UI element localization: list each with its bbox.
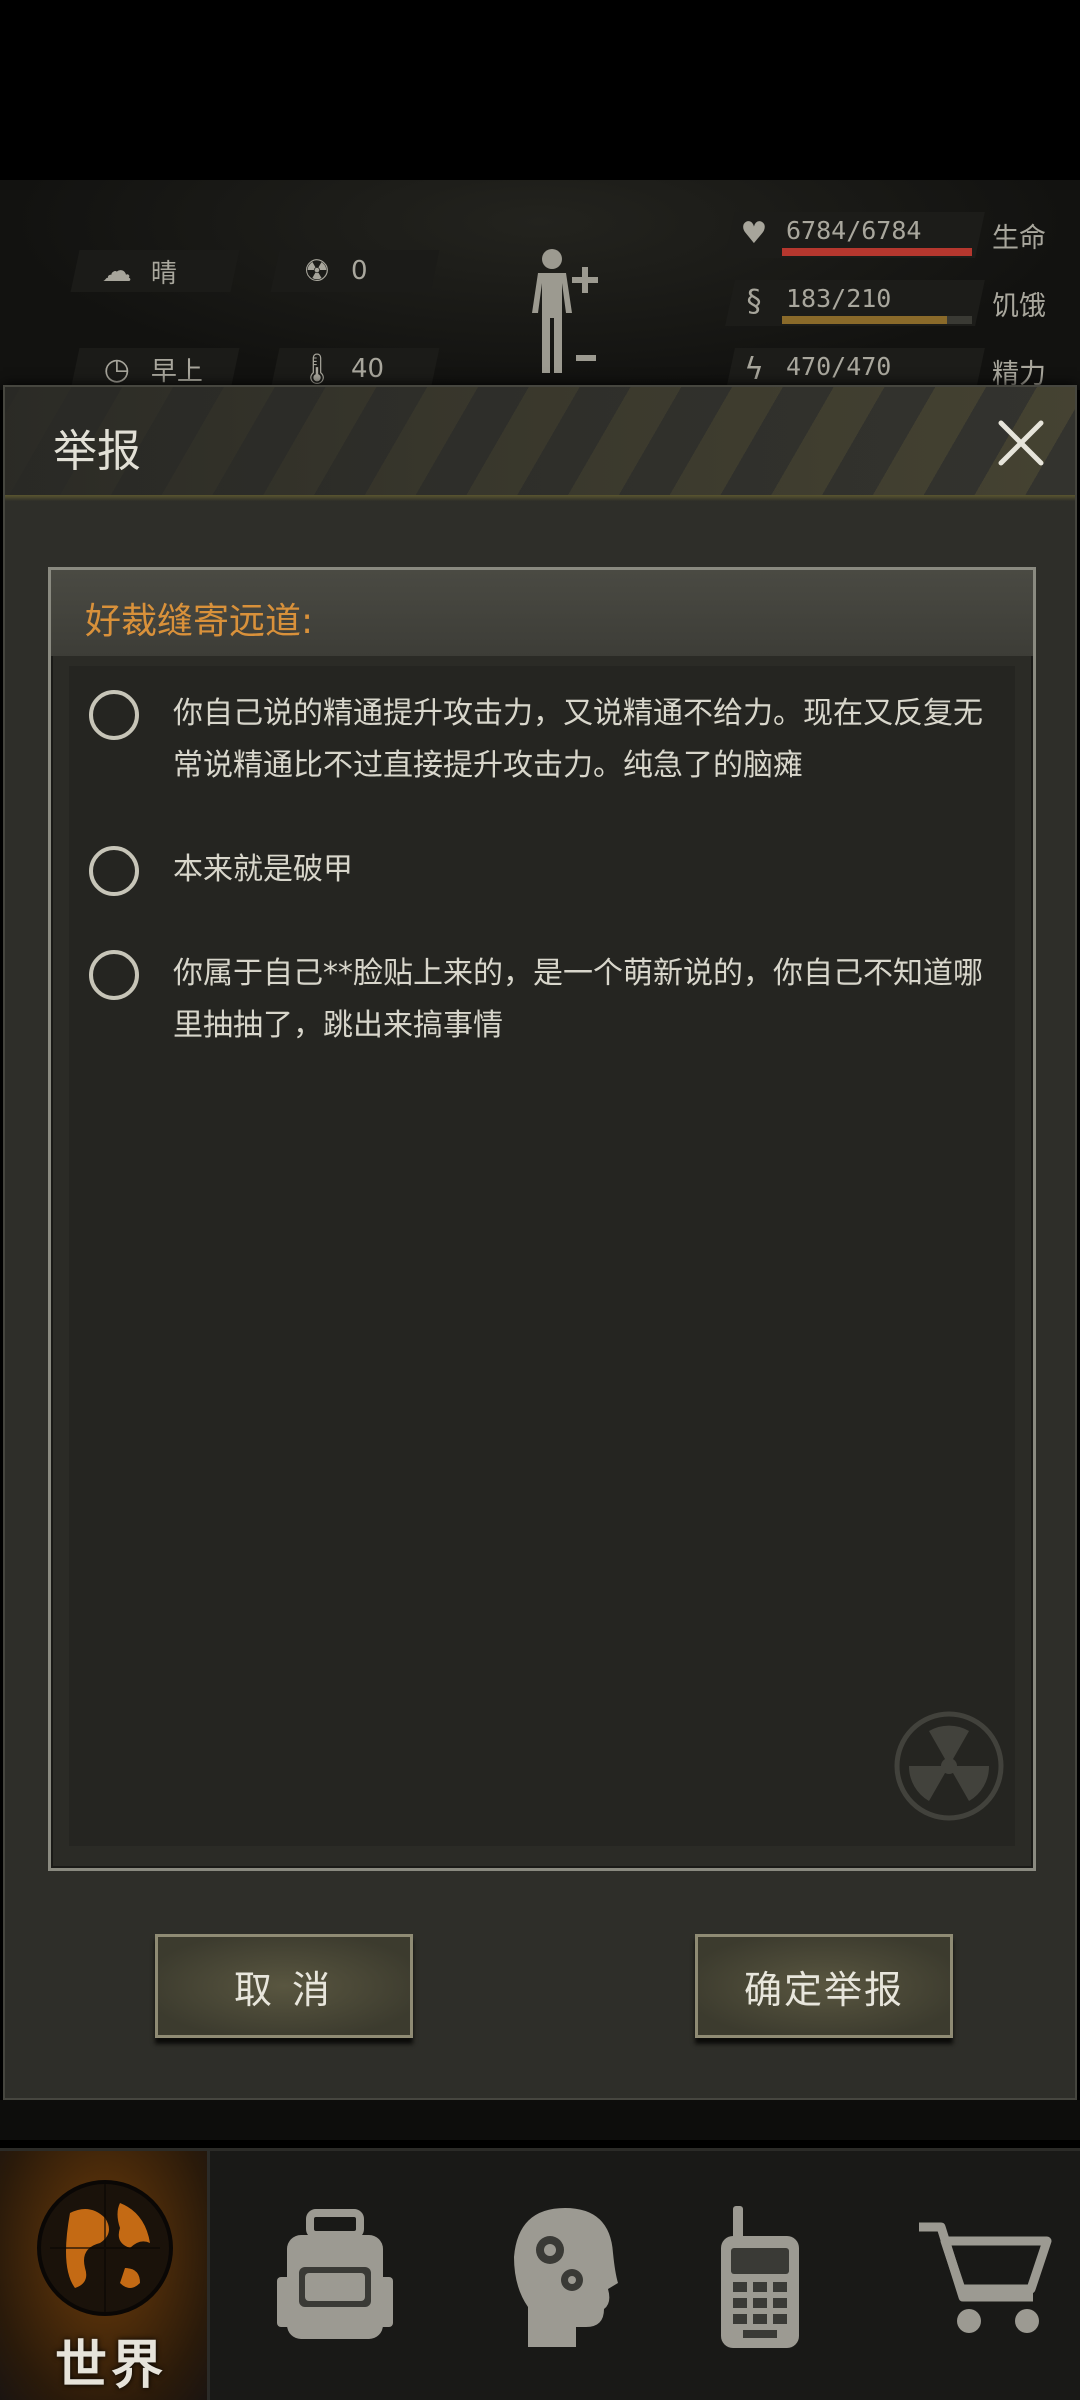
thermometer-icon: 🌡	[297, 351, 337, 387]
panel-header: 好裁缝寄远道:	[51, 570, 1033, 656]
nav-radio[interactable]	[650, 2151, 870, 2400]
header-divider	[5, 495, 1075, 501]
report-option-2[interactable]: 本来就是破甲	[89, 844, 989, 896]
clock-icon: ◷	[103, 351, 131, 387]
report-reason-panel: 好裁缝寄远道: 你自己说的精通提升攻击力，又说精通不给力。现在又反复无常说精通比…	[48, 567, 1036, 1871]
nav-skills[interactable]	[465, 2151, 665, 2400]
energy-value: 470/470	[786, 352, 892, 381]
health-label: 生命	[992, 223, 1046, 254]
health-bar-fill	[782, 248, 972, 256]
heart-pulse-icon: ♥	[740, 216, 768, 251]
confirm-label: 确定举报	[743, 1967, 904, 2012]
radio-button[interactable]	[89, 846, 139, 896]
hunger-label: 饥饿	[992, 291, 1046, 322]
weather-value: 晴	[151, 258, 178, 289]
nav-backpack[interactable]	[235, 2151, 435, 2400]
health-value: 6784/6784	[786, 216, 922, 245]
nav-world[interactable]: 世界	[0, 2151, 210, 2400]
dialog-title: 举报	[53, 426, 141, 477]
radiation-value: 0	[351, 256, 368, 286]
confirm-report-button[interactable]: 确定举报	[695, 1934, 953, 2038]
cloud-sun-icon: ☁	[102, 253, 132, 289]
player-hud: ☁ 晴 ☢ 0 ◷ 早上 🌡 40 ♥ 6784/6784 生命 § 183/2…	[0, 180, 1080, 394]
option-text: 你自己说的精通提升攻击力，又说精通不给力。现在又反复无常说精通比不过直接提升攻击…	[173, 696, 983, 783]
time-value: 早上	[151, 356, 204, 387]
time-chip: ◷ 早上	[70, 348, 240, 390]
hunger-value: 183/210	[786, 284, 892, 313]
globe-icon	[37, 2180, 173, 2316]
temperature-value: 40	[351, 354, 385, 384]
body-status-icon[interactable]	[520, 245, 600, 385]
radio-button[interactable]	[89, 690, 139, 740]
reported-user-name: 好裁缝寄远道:	[85, 601, 314, 642]
report-dialog: 举报 好裁缝寄远道: 你自己说的精通提升攻击力，又说精通不给力。现在又反复无常说…	[3, 385, 1077, 2100]
system-status-bar	[0, 0, 1080, 180]
dialog-header: 举报	[5, 387, 1075, 497]
energy-icon: ϟ	[744, 352, 764, 387]
radiation-watermark-icon	[894, 1711, 1004, 1821]
close-button[interactable]	[995, 417, 1047, 469]
hunger-stat: § 183/210 饥饿	[725, 280, 1060, 326]
hunger-bar	[782, 316, 972, 324]
cancel-button[interactable]: 取 消	[155, 1934, 413, 2038]
hunger-bar-fill	[782, 316, 948, 324]
backpack-icon	[277, 2209, 393, 2339]
cancel-label: 取 消	[233, 1967, 335, 2012]
weather-chip: ☁ 晴	[70, 250, 240, 292]
radio-button[interactable]	[89, 950, 139, 1000]
option-text: 本来就是破甲	[173, 852, 353, 887]
content-edge	[0, 2100, 1080, 2140]
option-text: 你属于自己**脸贴上来的，是一个萌新说的，你自己不知道哪里抽抽了，跳出来搞事情	[173, 956, 983, 1043]
temperature-chip: 🌡 40	[270, 348, 440, 390]
health-stat: ♥ 6784/6784 生命	[725, 212, 1060, 258]
radiation-chip: ☢ 0	[270, 250, 440, 292]
radiation-icon: ☢	[303, 253, 331, 289]
walkie-talkie-icon	[721, 2206, 799, 2348]
options-list: 你自己说的精通提升攻击力，又说精通不给力。现在又反复无常说精通比不过直接提升攻击…	[69, 666, 1015, 1846]
head-gears-icon	[514, 2208, 618, 2347]
bottom-nav: 世界	[0, 2148, 1080, 2400]
stomach-icon: §	[746, 284, 762, 319]
nav-world-label: 世界	[55, 2336, 168, 2396]
shopping-cart-icon	[919, 2222, 1052, 2333]
nav-shop[interactable]	[890, 2151, 1080, 2400]
report-option-3[interactable]: 你属于自己**脸贴上来的，是一个萌新说的，你自己不知道哪里抽抽了，跳出来搞事情	[89, 948, 989, 1052]
health-bar	[782, 248, 972, 256]
report-option-1[interactable]: 你自己说的精通提升攻击力，又说精通不给力。现在又反复无常说精通比不过直接提升攻击…	[89, 688, 989, 792]
